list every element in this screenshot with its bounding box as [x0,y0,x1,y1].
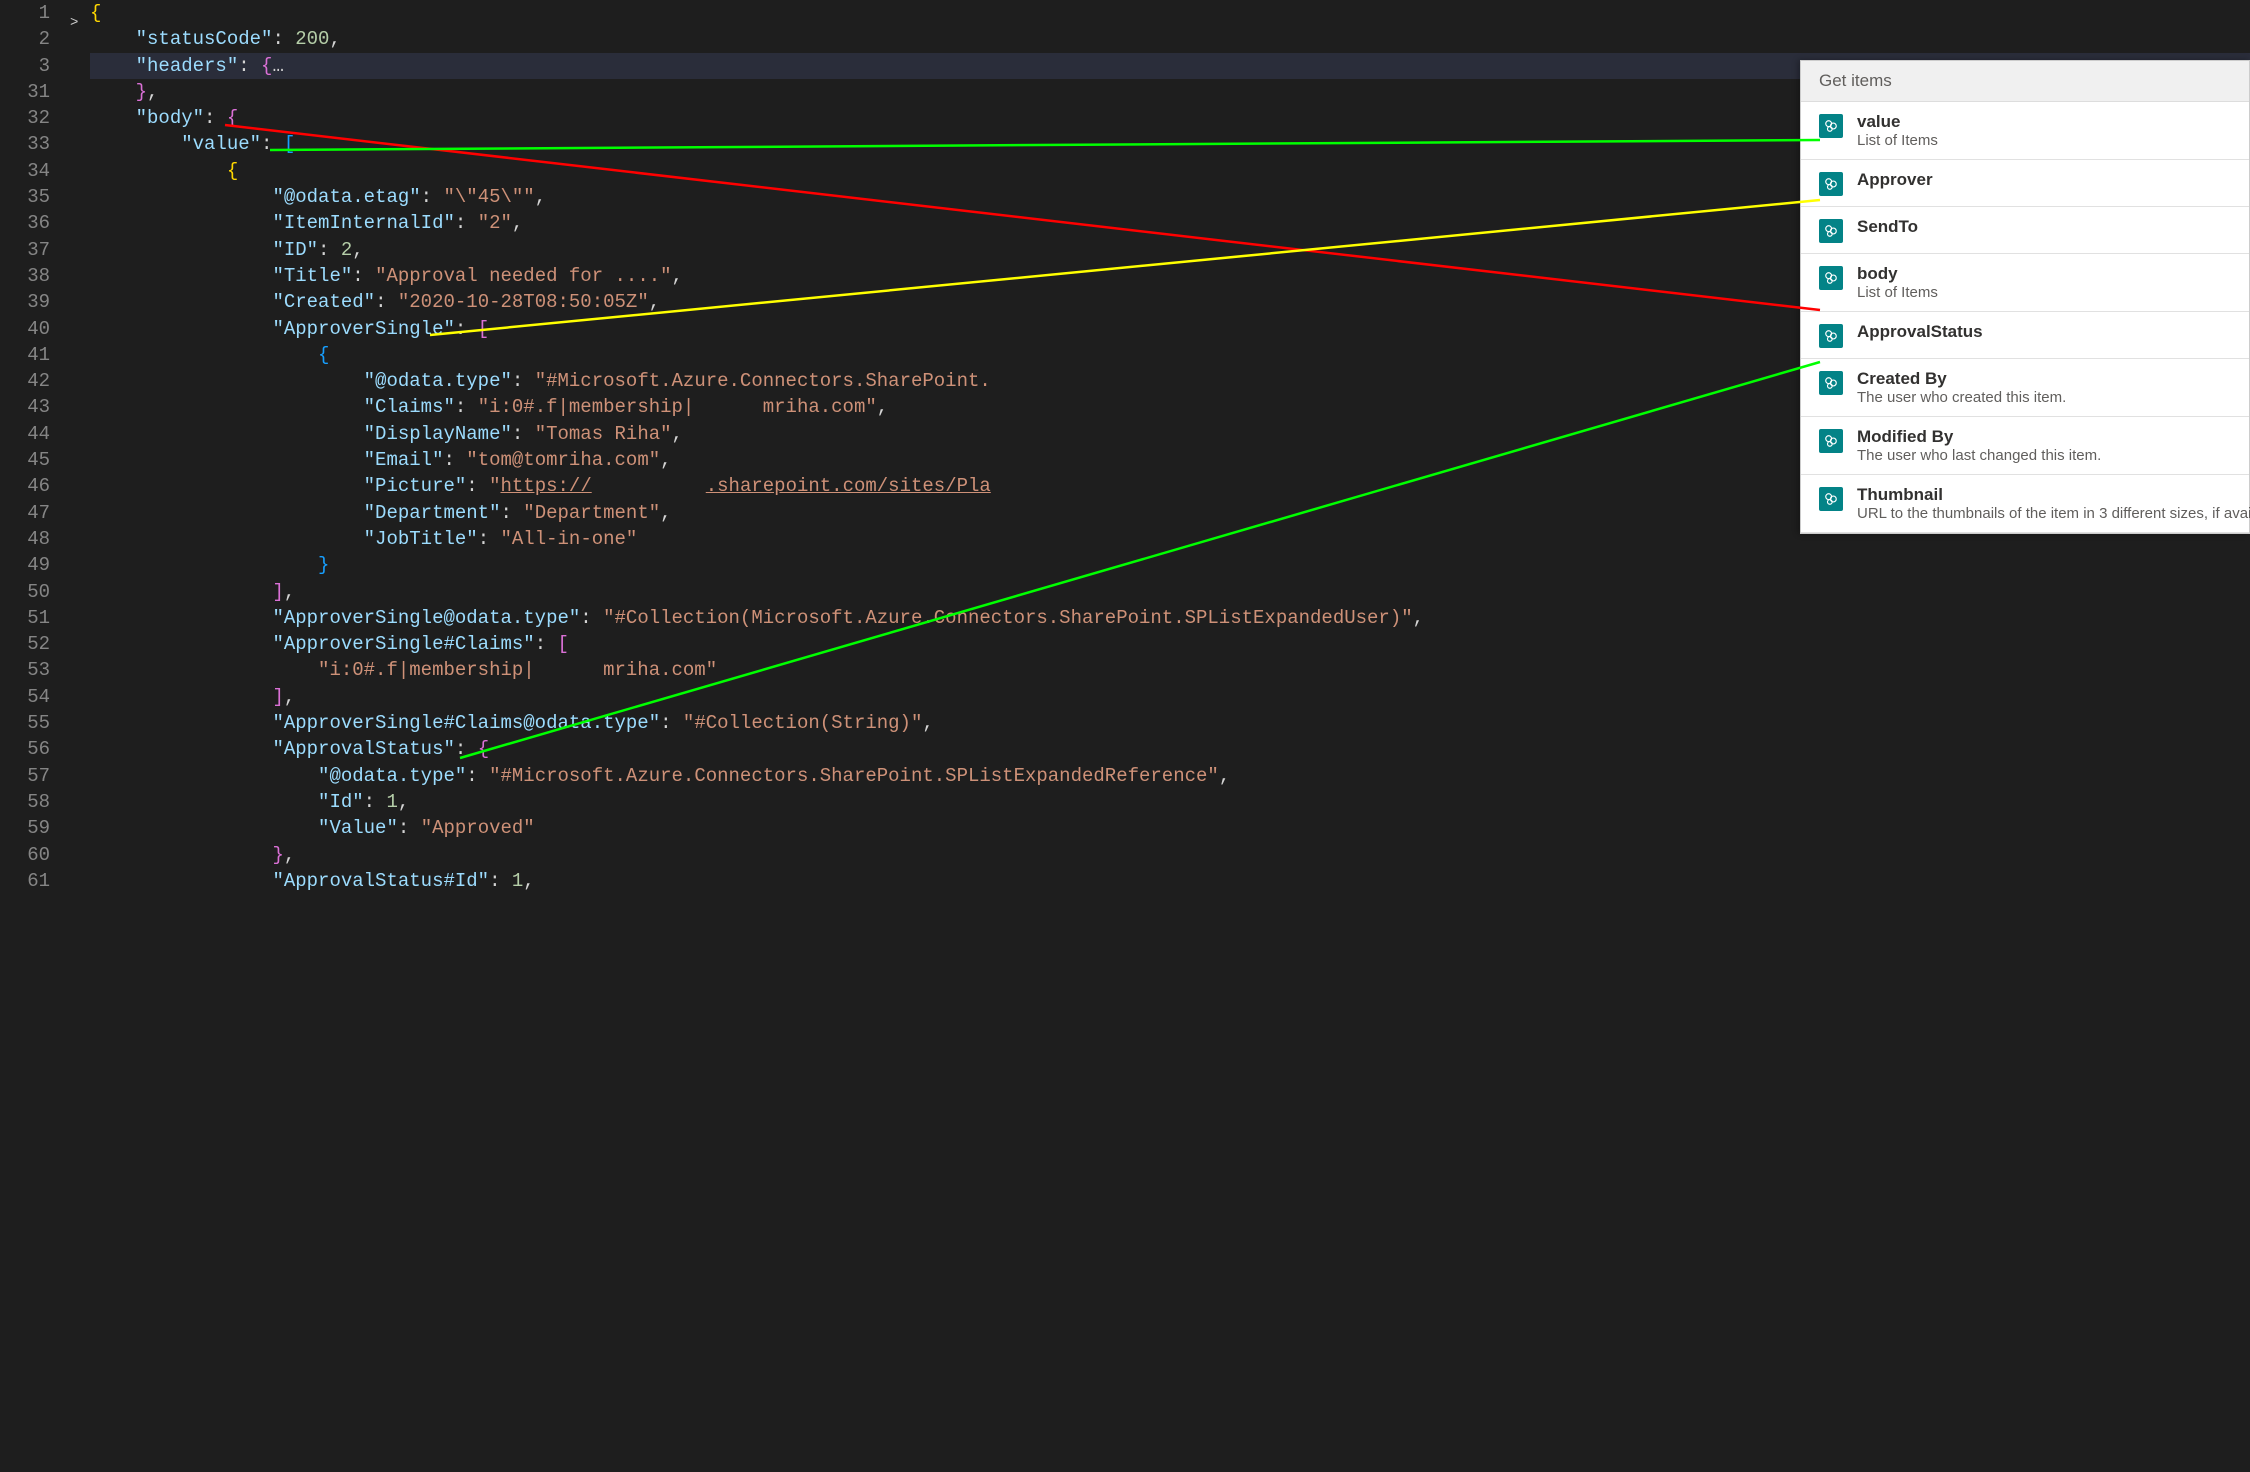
sharepoint-icon [1819,219,1843,243]
line-number: 36 [0,210,50,236]
line-number: 32 [0,105,50,131]
dynamic-content-panel: Get items valueList of ItemsApproverSend… [1800,60,2250,534]
line-number: 38 [0,263,50,289]
sharepoint-icon [1819,371,1843,395]
panel-item-title: body [1857,264,2231,284]
line-number: 1 [0,0,50,26]
line-number: 2 [0,26,50,52]
code-line[interactable]: "Value": "Approved" [90,815,2250,841]
line-number: 42 [0,368,50,394]
line-number: 58 [0,789,50,815]
code-line[interactable]: "ApprovalStatus#Id": 1, [90,868,2250,894]
sharepoint-icon [1819,487,1843,511]
code-line[interactable]: "ApprovalStatus": { [90,736,2250,762]
line-number: 47 [0,500,50,526]
line-number: 56 [0,736,50,762]
line-number: 41 [0,342,50,368]
dynamic-content-item[interactable]: ApprovalStatus [1801,312,2249,359]
dynamic-content-item[interactable]: valueList of Items [1801,102,2249,160]
code-line[interactable]: "@odata.type": "#Microsoft.Azure.Connect… [90,763,2250,789]
panel-item-subtitle: The user who last changed this item. [1857,447,2231,464]
panel-item-subtitle: URL to the thumbnails of the item in 3 d… [1857,505,2250,522]
line-number: 34 [0,158,50,184]
sharepoint-icon [1819,114,1843,138]
line-number: 40 [0,316,50,342]
code-line[interactable]: "statusCode": 200, [90,26,2250,52]
code-line[interactable]: "i:0#.f|membership| mriha.com" [90,657,2250,683]
dynamic-content-item[interactable]: Created ByThe user who created this item… [1801,359,2249,417]
line-number: 54 [0,684,50,710]
panel-item-title: SendTo [1857,217,2231,237]
sharepoint-icon [1819,429,1843,453]
line-number: 46 [0,473,50,499]
line-number: 52 [0,631,50,657]
code-line[interactable]: "ApproverSingle#Claims": [ [90,631,2250,657]
sharepoint-icon [1819,266,1843,290]
panel-item-subtitle: The user who created this item. [1857,389,2231,406]
code-line[interactable]: }, [90,842,2250,868]
dynamic-content-item[interactable]: SendTo [1801,207,2249,254]
panel-header: Get items [1801,61,2249,102]
line-number: 31 [0,79,50,105]
line-number: 61 [0,868,50,894]
panel-item-title: Thumbnail [1857,485,2250,505]
code-line[interactable]: } [90,552,2250,578]
panel-item-title: value [1857,112,2231,132]
line-number: 48 [0,526,50,552]
line-number: 55 [0,710,50,736]
dynamic-content-item[interactable]: Approver [1801,160,2249,207]
code-line[interactable]: "Id": 1, [90,789,2250,815]
line-number: 45 [0,447,50,473]
line-number: 51 [0,605,50,631]
dynamic-content-item[interactable]: bodyList of Items [1801,254,2249,312]
sharepoint-icon [1819,324,1843,348]
fold-icon[interactable]: > [70,10,78,36]
panel-item-title: Approver [1857,170,2231,190]
line-number: 39 [0,289,50,315]
panel-item-subtitle: List of Items [1857,132,2231,149]
panel-item-subtitle: List of Items [1857,284,2231,301]
panel-item-title: ApprovalStatus [1857,322,2231,342]
code-line[interactable]: ], [90,579,2250,605]
panel-item-title: Created By [1857,369,2231,389]
code-line[interactable]: "ApproverSingle#Claims@odata.type": "#Co… [90,710,2250,736]
line-number: 35 [0,184,50,210]
line-number: 37 [0,237,50,263]
code-line[interactable]: { [90,0,2250,26]
sharepoint-icon [1819,172,1843,196]
code-line[interactable]: "ApproverSingle@odata.type": "#Collectio… [90,605,2250,631]
line-number: 50 [0,579,50,605]
code-line[interactable]: ], [90,684,2250,710]
line-number-gutter: 1233132333435363738394041424344454647484… [0,0,70,1472]
line-number: 3 [0,53,50,79]
dynamic-content-item[interactable]: Modified ByThe user who last changed thi… [1801,417,2249,475]
dynamic-content-item[interactable]: ThumbnailURL to the thumbnails of the it… [1801,475,2249,533]
line-number: 60 [0,842,50,868]
line-number: 49 [0,552,50,578]
line-number: 33 [0,131,50,157]
line-number: 44 [0,421,50,447]
line-number: 57 [0,763,50,789]
fold-column: > [70,0,90,1472]
line-number: 53 [0,657,50,683]
line-number: 43 [0,394,50,420]
line-number: 59 [0,815,50,841]
panel-item-title: Modified By [1857,427,2231,447]
